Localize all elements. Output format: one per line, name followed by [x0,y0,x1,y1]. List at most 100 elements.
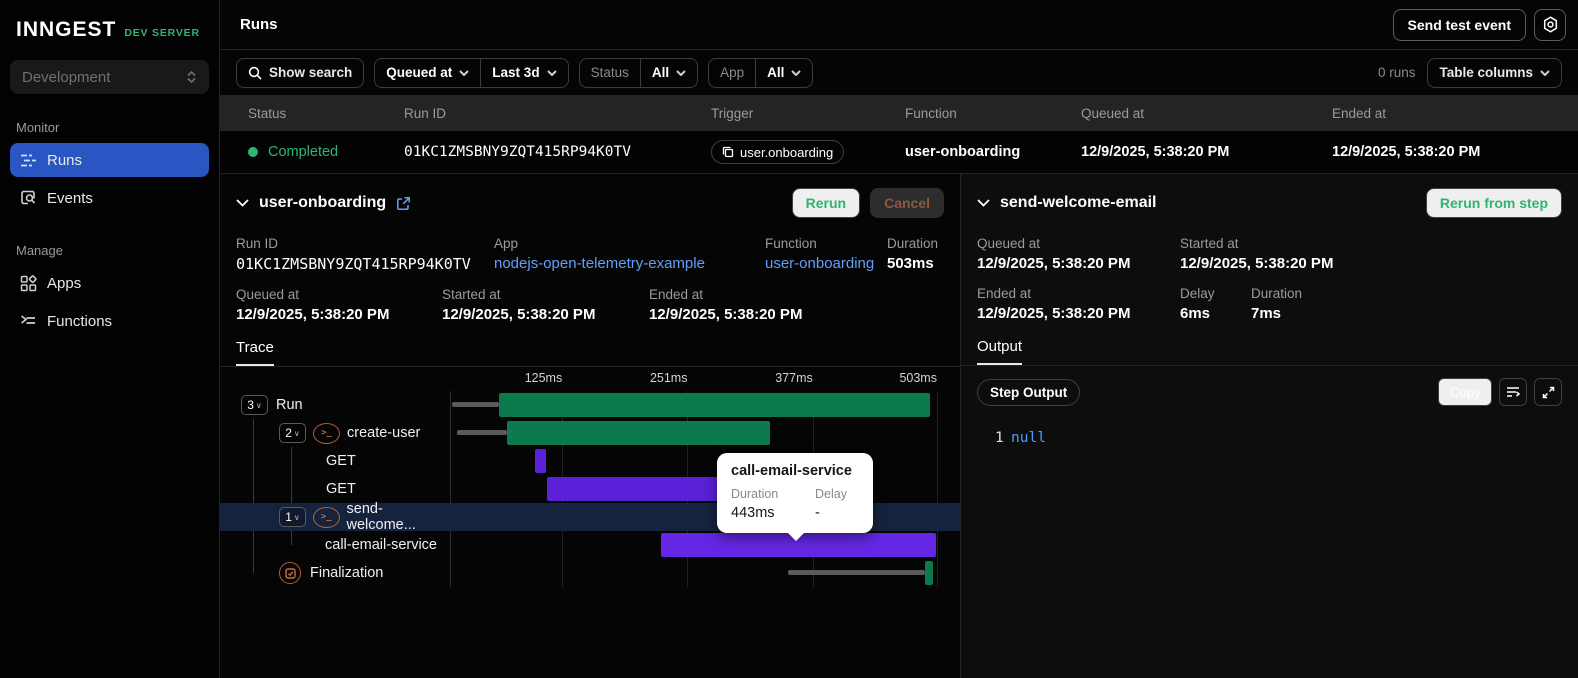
cancel-button[interactable]: Cancel [870,188,944,218]
trace-row-label: call-email-service [325,537,437,553]
chevron-down-icon [546,69,557,76]
trace-row-label: send-welcome... [346,501,416,533]
app-window: INNGEST DEV SERVER Development Monitor R… [0,0,1578,678]
col-queued-at: Queued at [1081,105,1145,121]
duration-bar[interactable] [506,421,770,445]
ended-field: Ended at 12/9/2025, 5:38:20 PM [649,287,803,323]
col-status: Status [248,105,287,121]
duration-bar[interactable] [547,477,745,501]
table-row[interactable]: Completed 01KC1ZMSBNY9ZQT415RP94K0TV use… [220,131,1578,173]
duration-bar[interactable] [534,449,547,473]
step-terminal-icon: >_ [313,506,340,528]
trace-row-label: GET [326,453,356,469]
search-icon [248,66,262,80]
step-detail-panel: send-welcome-email Rerun from step Queue… [961,174,1578,678]
step-duration-field: Duration 7ms [1251,286,1303,322]
col-ended-at: Ended at [1332,105,1387,121]
trace-row-run[interactable]: 3 ∨ Run [220,391,960,419]
queued-at-cell: 12/9/2025, 5:38:20 PM [1081,144,1230,160]
external-link-icon[interactable] [396,196,411,211]
status-filter-group: Status All [578,57,699,88]
sidebar-item-label: Runs [47,151,83,169]
app-filter-dropdown[interactable]: All [755,58,812,87]
app-filter-value: All [767,65,785,80]
duration-bar[interactable] [499,393,931,417]
time-range-dropdown[interactable]: Last 3d [480,58,567,87]
table-columns-label: Table columns [1439,65,1533,80]
tab-output[interactable]: Output [977,338,1023,365]
queue-bar[interactable] [456,430,507,435]
runs-icon [21,154,36,166]
trace-row-create-user[interactable]: 2 ∨ >_ create-user [220,419,960,447]
filter-bar: Show search Queued at Last 3d Status All [220,50,1578,95]
children-counter-chip[interactable]: 2 ∨ [279,423,306,443]
status-text: Completed [268,144,339,160]
trigger-pill[interactable]: user.onboarding [711,140,845,164]
status-cell: Completed [248,144,404,160]
sidebar-item-runs[interactable]: Runs [10,143,209,177]
status-filter-label: Status [590,65,629,80]
trace-row-label: GET [326,481,356,497]
time-filter-group: Queued at Last 3d [374,57,569,88]
dev-server-badge: DEV SERVER [124,27,200,39]
send-test-event-button[interactable]: Send test event [1392,8,1526,41]
trace-row-label: create-user [347,425,421,441]
queued-at-dropdown[interactable]: Queued at [375,59,480,87]
started-field: Started at 12/9/2025, 5:38:20 PM [442,287,596,323]
sidebar-item-label: Functions [47,312,113,330]
copy-button[interactable]: Copy [1438,378,1492,406]
environment-select[interactable]: Development [10,60,209,94]
rerun-from-step-button[interactable]: Rerun from step [1425,188,1562,218]
tab-trace[interactable]: Trace [236,339,274,366]
queue-bar[interactable] [787,570,925,575]
sidebar-item-label: Events [47,189,93,207]
sidebar: INNGEST DEV SERVER Development Monitor R… [0,0,220,678]
status-dot [248,147,258,157]
trace-axis: 125ms 251ms 377ms 503ms [450,369,941,391]
col-function: Function [905,105,957,121]
sidebar-item-functions[interactable]: Functions [10,304,209,338]
run-detail-panel: user-onboarding Rerun Cancel Run ID 01KC… [220,174,961,678]
status-filter-dropdown[interactable]: All [639,58,697,87]
expand-button[interactable] [1534,378,1562,406]
rerun-button[interactable]: Rerun [791,188,861,218]
line-number: 1 [995,430,1004,446]
sidebar-item-events[interactable]: Events [10,181,209,215]
children-counter-chip[interactable]: 3 ∨ [241,395,268,415]
queue-bar[interactable] [451,402,500,407]
status-filter-value: All [651,65,670,80]
app-link[interactable]: nodejs-open-telemetry-example [494,255,765,272]
collapse-chevron-icon[interactable] [236,199,249,207]
events-icon [21,190,36,205]
trace-row-finalization[interactable]: Finalization [220,559,960,587]
app-filter-label: App [720,65,745,80]
trace-row-call-email-service[interactable]: call-email-service [220,531,960,559]
runs-count: 0 runs [1377,65,1416,80]
sidebar-item-apps[interactable]: Apps [10,266,209,300]
logo-row: INNGEST DEV SERVER [10,14,209,60]
output-tabs: Output [961,322,1578,366]
trigger-name: user.onboarding [740,144,834,160]
col-trigger: Trigger [711,105,754,121]
axis-tick: 503ms [899,371,937,385]
word-wrap-button[interactable] [1499,378,1527,406]
trace-tooltip: call-email-service Duration 443ms Delay … [717,453,873,541]
children-counter-chip[interactable]: 1 ∨ [279,507,306,527]
table-columns-button[interactable]: Table columns [1427,57,1562,88]
select-chevrons-icon [187,70,196,84]
output-value: null [1011,430,1046,446]
show-search-button[interactable]: Show search [236,57,365,88]
topbar: Runs Send test event [220,0,1578,50]
sidebar-item-label: Apps [47,274,82,292]
function-link[interactable]: user-onboarding [765,255,887,272]
step-output-code[interactable]: 1 null [961,418,1578,458]
step-title: send-welcome-email [1000,194,1157,211]
manage-section-label: Manage [16,243,63,258]
settings-button[interactable] [1534,8,1566,41]
duration-bar[interactable] [924,561,934,585]
queued-at-label: Queued at [386,65,453,80]
function-field: Function user-onboarding [765,236,887,273]
collapse-chevron-icon[interactable] [977,199,990,207]
run-title: user-onboarding [259,194,387,211]
step-ended-field: Ended at 12/9/2025, 5:38:20 PM [977,286,1131,322]
